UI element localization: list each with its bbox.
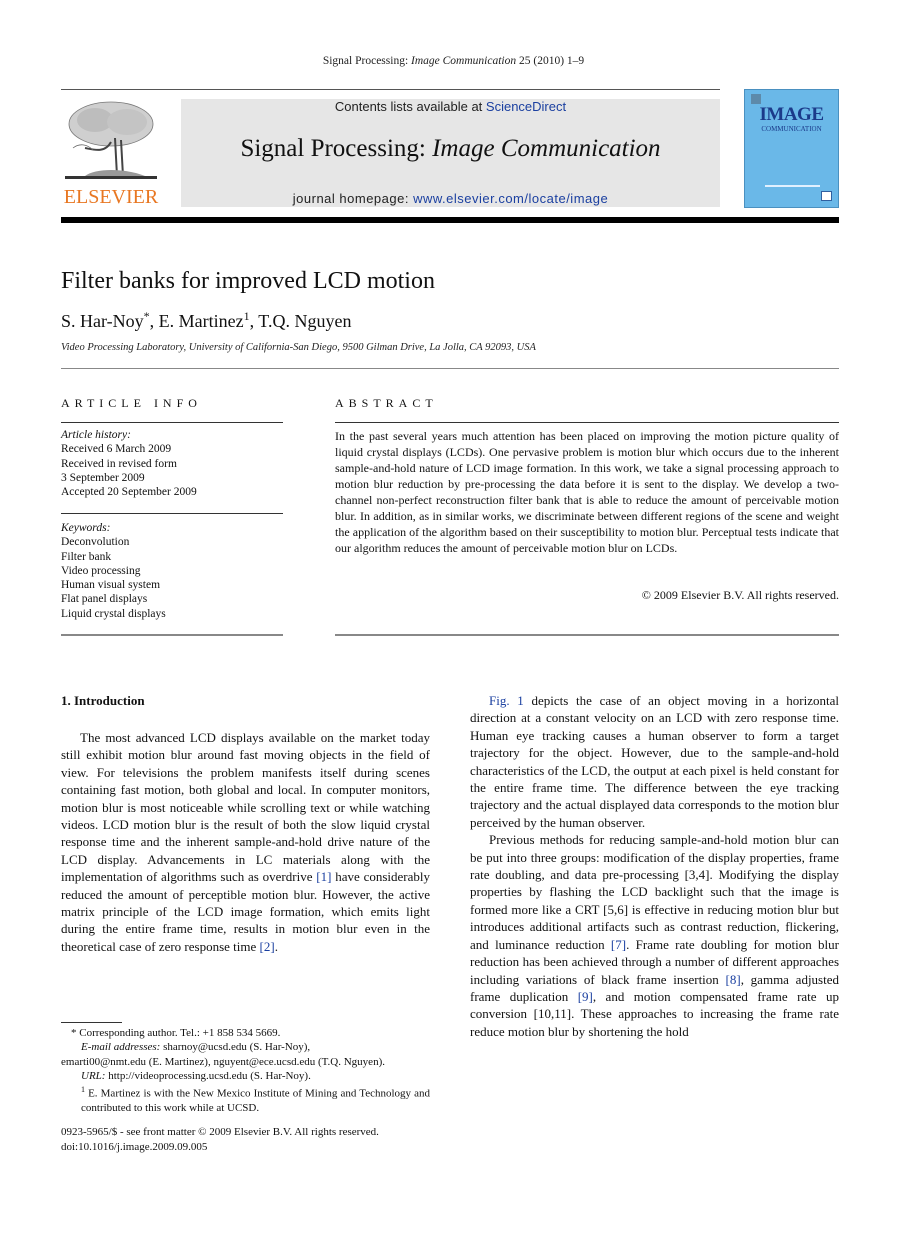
keyword-item: Filter bank <box>61 550 112 563</box>
abstract-heading: ABSTRACT <box>335 396 438 410</box>
author-name: T.Q. Nguyen <box>258 311 352 331</box>
keyword-item: Human visual system <box>61 579 161 592</box>
history-item: Received in revised form <box>61 457 177 470</box>
elsevier-wordmark: ELSEVIER <box>63 186 159 208</box>
body-column-left: The most advanced LCD displays available… <box>61 729 430 955</box>
author-mark[interactable]: 1 <box>244 309 250 323</box>
footnote-corresponding: * Corresponding author. Tel.: +1 858 534… <box>71 1027 281 1039</box>
paragraph-text: depicts the case of an object moving in … <box>470 693 840 830</box>
sciencedirect-link[interactable]: ScienceDirect <box>486 99 566 114</box>
article-history: Article history: Received 6 March 2009 R… <box>61 428 283 499</box>
contents-prefix: Contents lists available at <box>334 99 486 114</box>
author-mark[interactable]: * <box>144 309 150 323</box>
journal-title: Signal Processing: Image Communication <box>181 135 720 163</box>
body-column-right: Fig. 1 depicts the case of an object mov… <box>470 692 839 1040</box>
citation-link[interactable]: [8] <box>726 972 741 987</box>
paragraph: The most advanced LCD displays available… <box>61 729 430 955</box>
doi-line[interactable]: doi:10.1016/j.image.2009.09.005 <box>61 1140 430 1155</box>
running-head-journal-italic: Image Communication <box>411 55 517 67</box>
article-info-rule <box>61 422 283 423</box>
abstract-copyright: © 2009 Elsevier B.V. All rights reserved… <box>641 588 839 602</box>
homepage-prefix: journal homepage: <box>292 191 414 206</box>
abstract-bottom-rule <box>335 634 839 636</box>
cover-logo-icon <box>751 94 761 104</box>
journal-banner: Contents lists available at ScienceDirec… <box>181 99 720 207</box>
running-head: Signal Processing: Image Communication 2… <box>0 55 907 67</box>
keyword-item: Video processing <box>61 564 141 577</box>
elsevier-logo: ELSEVIER <box>61 98 161 208</box>
abstract-rule <box>335 422 839 423</box>
figure-link[interactable]: Fig. 1 <box>489 693 524 708</box>
journal-cover[interactable]: IMAGE COMMUNICATION <box>744 89 839 208</box>
footnote-text: E. Martinez is with the New Mexico Insti… <box>81 1087 430 1115</box>
paragraph: Fig. 1 depicts the case of an object mov… <box>470 692 839 831</box>
email-text: sharnoy@ucsd.edu (S. Har-Noy), <box>160 1041 311 1054</box>
cover-subtitle: COMMUNICATION <box>761 125 822 133</box>
paragraph-text: . <box>274 938 278 954</box>
footnotes: * Corresponding author. Tel.: +1 858 534… <box>61 1026 430 1115</box>
history-item: Accepted 20 September 2009 <box>61 486 197 499</box>
section-heading-introduction: 1. Introduction <box>61 693 145 708</box>
url-label: URL: <box>81 1069 106 1082</box>
email-label: E-mail addresses: <box>81 1041 161 1054</box>
tree-icon <box>65 101 157 179</box>
footnote-rule <box>61 1022 122 1023</box>
citation-link[interactable]: [1] <box>316 869 331 884</box>
keyword-item: Deconvolution <box>61 536 130 549</box>
cover-badge-icon <box>821 191 832 201</box>
paragraph-text: The most advanced LCD displays available… <box>61 730 430 885</box>
affiliation: Video Processing Laboratory, University … <box>61 342 536 353</box>
author-name: E. Martinez <box>158 311 244 331</box>
running-head-volume: 25 (2010) 1–9 <box>516 55 585 67</box>
author-name: S. Har-Noy <box>61 311 144 331</box>
front-matter: 0923-5965/$ - see front matter © 2009 El… <box>61 1125 430 1154</box>
abstract-text: In the past several years much attention… <box>335 429 839 555</box>
citation-link[interactable]: [2] <box>260 939 275 954</box>
footnote-1: 1 E. Martinez is with the New Mexico Ins… <box>61 1083 430 1115</box>
paragraph-text: Previous methods for reducing sample-and… <box>470 832 839 952</box>
citation-link[interactable]: [7] <box>611 937 626 952</box>
running-head-journal: Signal Processing: <box>322 55 412 67</box>
footnote-url: URL: http://videoprocessing.ucsd.edu (S.… <box>61 1069 430 1083</box>
footnote-emails-cont: emarti00@nmt.edu (E. Martinez), nguyent@… <box>61 1055 385 1068</box>
history-label: Article history: <box>61 429 131 441</box>
url-text: http://videoprocessing.ucsd.edu (S. Har-… <box>105 1069 311 1082</box>
history-item: 3 September 2009 <box>61 471 145 484</box>
keywords-rule <box>61 634 283 636</box>
history-item: Received 6 March 2009 <box>61 443 172 456</box>
keyword-item: Flat panel displays <box>61 593 148 606</box>
citation-link[interactable]: [9] <box>578 989 593 1004</box>
homepage-line: journal homepage: www.elsevier.com/locat… <box>181 191 720 206</box>
keywords-block: Keywords: Deconvolution Filter bank Vide… <box>61 521 283 621</box>
article-info-heading: ARTICLE INFO <box>61 396 202 410</box>
cover-text-lines <box>765 185 820 187</box>
history-rule <box>61 513 283 514</box>
issn-line: 0923-5965/$ - see front matter © 2009 El… <box>61 1126 379 1138</box>
cover-title: IMAGE <box>759 104 825 125</box>
header-top-rule <box>61 89 720 90</box>
homepage-link[interactable]: www.elsevier.com/locate/image <box>413 191 608 206</box>
header-thick-bar <box>61 217 839 223</box>
footnote-emails: E-mail addresses: sharnoy@ucsd.edu (S. H… <box>61 1040 430 1054</box>
paragraph: Previous methods for reducing sample-and… <box>470 831 839 1040</box>
keywords-label: Keywords: <box>61 522 111 534</box>
article-title: Filter banks for improved LCD motion <box>61 268 435 294</box>
author-list: S. Har-Noy*, E. Martinez1, T.Q. Nguyen <box>61 309 352 331</box>
keyword-item: Liquid crystal displays <box>61 607 166 620</box>
journal-title-italic: Image Communication <box>432 135 661 162</box>
contents-line: Contents lists available at ScienceDirec… <box>181 99 720 114</box>
title-divider <box>61 368 839 369</box>
journal-title-plain: Signal Processing: <box>240 135 433 162</box>
